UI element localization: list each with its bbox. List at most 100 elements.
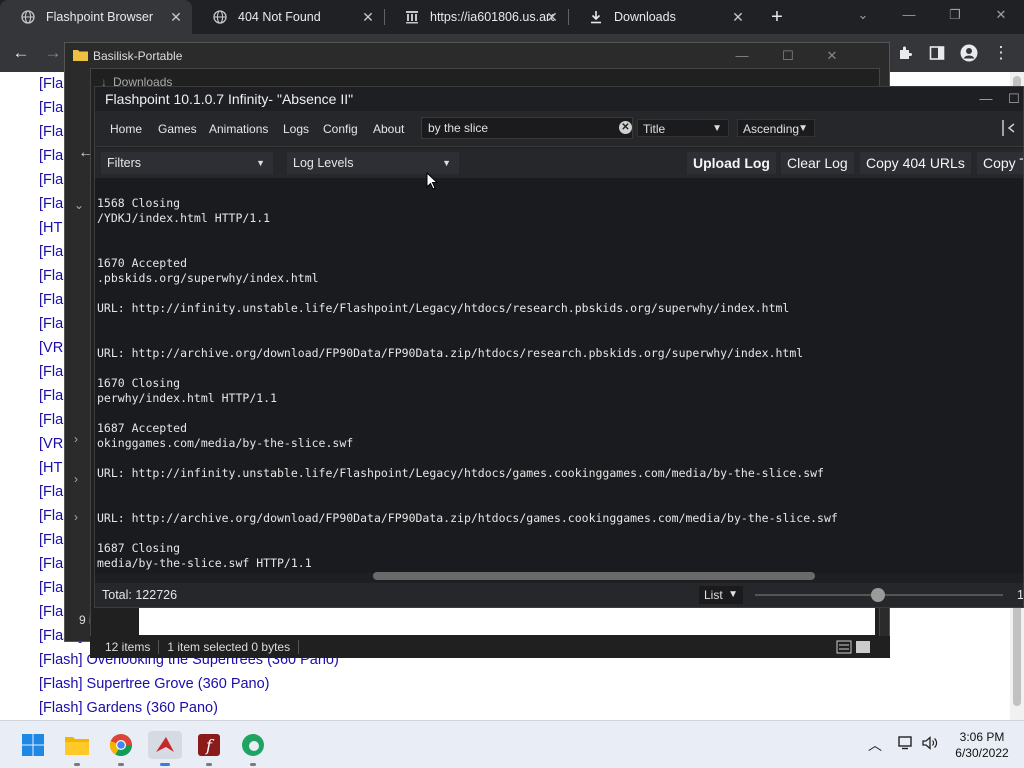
log-line: URL: http://archive.org/download/FP90Dat… xyxy=(97,346,804,360)
file-explorer-icon[interactable] xyxy=(63,731,91,766)
page-link[interactable]: [Fla xyxy=(39,316,63,332)
filters-dropdown[interactable]: Filters ▼ xyxy=(101,152,273,174)
view-mode-select[interactable]: List ▼ xyxy=(699,586,743,604)
taskbar-clock[interactable]: 3:06 PM 6/30/2022 xyxy=(944,729,1020,761)
page-link[interactable]: [HT xyxy=(39,460,62,476)
page-link[interactable]: [Fla xyxy=(39,148,63,164)
flash-player-icon[interactable]: f xyxy=(195,731,223,766)
page-link[interactable]: [HT xyxy=(39,220,62,236)
clear-search-icon[interactable]: ✕ xyxy=(619,121,632,134)
menu-about[interactable]: About xyxy=(373,122,404,136)
log-levels-dropdown[interactable]: Log Levels ▼ xyxy=(287,152,459,174)
side-panel-icon[interactable] xyxy=(926,42,948,64)
minimize-button[interactable]: — xyxy=(975,88,997,110)
chevron-down-icon[interactable]: ⌄ xyxy=(74,198,84,212)
maximize-button[interactable]: ☐ xyxy=(777,45,799,67)
tab-404-not-found[interactable]: 404 Not Found ✕ xyxy=(192,0,384,34)
view-toggle-icons[interactable] xyxy=(828,640,880,654)
new-tab-button[interactable]: + xyxy=(766,6,788,28)
close-icon[interactable]: ✕ xyxy=(730,9,746,25)
tab-search-chevron-icon[interactable]: ⌄ xyxy=(852,4,874,26)
clear-log-button[interactable]: Clear Log xyxy=(781,152,854,174)
page-link[interactable]: [Fla xyxy=(39,244,63,260)
tab-title: Downloads xyxy=(614,10,676,24)
page-link[interactable]: [VR xyxy=(39,340,63,356)
page-link[interactable]: [Fla xyxy=(39,532,63,548)
dropdown-arrow-icon: ▼ xyxy=(442,158,451,168)
minimize-button[interactable]: — xyxy=(898,4,920,26)
page-link[interactable]: [Fla xyxy=(39,196,63,212)
basilisk-title-bar: Basilisk-Portable — ☐ ✕ xyxy=(65,43,889,69)
log-output[interactable]: 1568 Closing /YDKJ/index.html HTTP/1.1 1… xyxy=(95,178,1023,573)
sidebar-toggle-icon[interactable] xyxy=(1001,119,1017,137)
maximize-button[interactable]: ☐ xyxy=(1003,88,1023,110)
copy-text-button[interactable]: Copy T xyxy=(977,152,1023,174)
windows-start-icon[interactable] xyxy=(19,731,47,759)
page-link[interactable]: [Fla xyxy=(39,364,63,380)
upload-log-button[interactable]: Upload Log xyxy=(687,152,776,174)
page-link[interactable]: [Fla xyxy=(39,412,63,428)
tab-flashpoint-browser[interactable]: Flashpoint Browser ✕ xyxy=(0,0,192,34)
menu-logs[interactable]: Logs xyxy=(283,122,309,136)
browser-tab-bar: Flashpoint Browser ✕ 404 Not Found ✕ htt… xyxy=(0,0,1024,34)
close-icon[interactable]: ✕ xyxy=(360,9,376,25)
scale-slider[interactable] xyxy=(755,588,1003,602)
selected-url[interactable]: http://archive.org/download/FP90Data/FP9… xyxy=(132,511,838,525)
close-icon[interactable]: ✕ xyxy=(168,9,184,25)
tab-archive[interactable]: https://ia601806.us.arc ✕ xyxy=(384,0,568,34)
close-window-button[interactable]: ✕ xyxy=(990,4,1012,26)
minimize-button[interactable]: — xyxy=(731,45,753,67)
log-line-selected: URL: http://archive.org/download/FP90Dat… xyxy=(97,511,838,525)
flashpoint-icon[interactable] xyxy=(148,731,182,766)
more-menu-icon[interactable]: ⋮ xyxy=(990,42,1012,64)
copy-404-urls-button[interactable]: Copy 404 URLs xyxy=(860,152,971,174)
clock-time: 3:06 PM xyxy=(959,730,1005,744)
page-link[interactable]: [Fla xyxy=(39,124,63,140)
slider-knob[interactable] xyxy=(871,588,885,602)
page-link[interactable]: [Flash] Supertree Grove (360 Pano) xyxy=(39,676,270,692)
page-link[interactable]: [VR xyxy=(39,436,63,452)
page-link[interactable]: [Fla xyxy=(39,100,63,116)
profile-avatar-icon[interactable] xyxy=(958,42,980,64)
sort-order-select[interactable]: Ascending ▼ xyxy=(737,119,815,137)
tab-downloads[interactable]: Downloads ✕ xyxy=(568,0,754,34)
restore-button[interactable]: ❐ xyxy=(944,4,966,26)
page-link[interactable]: [Fla xyxy=(39,172,63,188)
page-link[interactable]: [Flash] Gardens (360 Pano) xyxy=(39,700,218,716)
log-toolbar: Filters ▼ Log Levels ▼ Upload Log Clear … xyxy=(95,148,1023,178)
sort-field-select[interactable]: Title ▼ xyxy=(637,119,729,137)
menu-games[interactable]: Games xyxy=(158,122,197,136)
close-window-button[interactable]: ✕ xyxy=(821,45,843,67)
page-link[interactable]: [Fla xyxy=(39,604,63,620)
log-horizontal-scrollbar[interactable] xyxy=(373,572,815,580)
menu-home[interactable]: Home xyxy=(110,122,142,136)
chevron-right-icon[interactable]: › xyxy=(74,472,78,486)
edge-icon[interactable] xyxy=(239,731,267,766)
extensions-puzzle-icon[interactable] xyxy=(894,42,916,64)
chevron-right-icon[interactable]: › xyxy=(74,510,78,524)
search-input[interactable]: by the slice xyxy=(421,117,633,139)
running-indicator xyxy=(160,763,170,766)
page-link[interactable]: [Fla xyxy=(39,484,63,500)
chevron-up-icon[interactable]: ︿ xyxy=(868,737,882,753)
back-arrow-icon[interactable]: ← xyxy=(10,42,32,64)
tab-title: 404 Not Found xyxy=(238,10,321,24)
log-line: URL: http://infinity.unstable.life/Flash… xyxy=(97,301,790,315)
volume-icon[interactable] xyxy=(922,736,938,753)
page-link[interactable]: [Fla xyxy=(39,580,63,596)
running-indicator xyxy=(74,763,80,766)
log-line: okinggames.com/media/by-the-slice.swf xyxy=(97,436,354,450)
network-icon[interactable] xyxy=(898,736,918,753)
close-icon[interactable]: ✕ xyxy=(544,9,560,25)
page-link[interactable]: [Fla xyxy=(39,268,63,284)
chevron-right-icon[interactable]: › xyxy=(74,432,78,446)
forward-arrow-icon[interactable]: → xyxy=(42,42,64,64)
menu-animations[interactable]: Animations xyxy=(209,122,268,136)
page-link[interactable]: [Fla xyxy=(39,76,63,92)
menu-config[interactable]: Config xyxy=(323,122,358,136)
page-link[interactable]: [Fla xyxy=(39,556,63,572)
page-link[interactable]: [Fla xyxy=(39,388,63,404)
chrome-icon[interactable] xyxy=(107,731,135,766)
page-link[interactable]: [Fla xyxy=(39,508,63,524)
page-link[interactable]: [Fla xyxy=(39,292,63,308)
